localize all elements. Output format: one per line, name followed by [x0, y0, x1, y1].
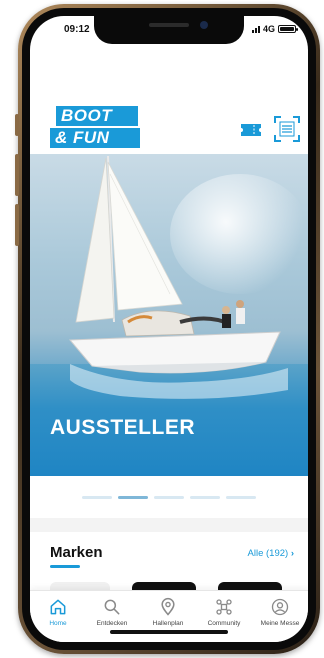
carousel-dot[interactable]: [82, 496, 112, 499]
tab-home[interactable]: Home: [30, 597, 86, 627]
notch: [94, 16, 244, 44]
battery-icon: [278, 25, 298, 33]
network-type: 4G: [262, 24, 275, 34]
boot-und-fun-logo[interactable]: BOOT & FUN: [50, 106, 150, 150]
section-divider: [30, 518, 308, 532]
home-indicator: [110, 630, 228, 634]
app-header: BOOT & FUN: [30, 96, 308, 152]
signal-icon: [251, 25, 260, 33]
tab-meine-messe-label: Meine Messe: [260, 620, 300, 627]
status-time: 09:12: [64, 24, 90, 35]
network-icon: [216, 599, 232, 615]
tab-entdecken[interactable]: Entdecken: [84, 597, 140, 627]
tab-meine-messe[interactable]: Meine Messe: [252, 597, 308, 627]
app-screen: 09:12 4G BOOT & FUN AUSSTELLER Marken Al…: [30, 16, 308, 642]
map-pin-icon: [161, 597, 175, 616]
status-right: 4G: [251, 24, 298, 34]
home-icon: [50, 599, 66, 615]
brands-section-title: Marken: [50, 544, 103, 561]
mute-switch: [15, 114, 19, 136]
tab-community[interactable]: Community: [196, 597, 252, 627]
carousel-dot[interactable]: [154, 496, 184, 499]
hero-banner-exhibitors[interactable]: AUSSTELLER: [30, 154, 308, 476]
volume-up-button: [15, 154, 19, 196]
carousel-dot[interactable]: [226, 496, 256, 499]
brands-all-link[interactable]: Alle (192) ›: [248, 548, 294, 559]
carousel-dots[interactable]: [30, 496, 308, 499]
carousel-dot[interactable]: [190, 496, 220, 499]
hero-title: AUSSTELLER: [50, 416, 196, 439]
bottom-tab-bar: Home Entdecken Hallenplan Community Mein…: [30, 590, 308, 642]
carousel-dot-active[interactable]: [118, 496, 148, 499]
tab-hallenplan[interactable]: Hallenplan: [140, 597, 196, 627]
search-icon: [104, 599, 120, 615]
tab-entdecken-label: Entdecken: [96, 620, 128, 627]
chevron-right-icon: ›: [290, 548, 294, 559]
front-camera: [200, 21, 208, 29]
volume-down-button: [15, 204, 19, 246]
user-icon: [271, 598, 289, 616]
ticket-icon[interactable]: [240, 123, 262, 137]
phone-frame: 09:12 4G BOOT & FUN AUSSTELLER Marken Al…: [15, 4, 320, 654]
tab-community-label: Community: [207, 620, 241, 627]
tab-home-label: Home: [49, 620, 67, 627]
qr-scan-icon[interactable]: [274, 116, 300, 142]
brands-all-label: Alle (192): [247, 548, 289, 559]
logo-line-2: & FUN: [50, 128, 140, 148]
brands-title-underline: [50, 565, 80, 568]
tab-hallenplan-label: Hallenplan: [152, 620, 184, 627]
speaker-grille: [149, 23, 189, 27]
logo-line-1: BOOT: [56, 106, 138, 126]
